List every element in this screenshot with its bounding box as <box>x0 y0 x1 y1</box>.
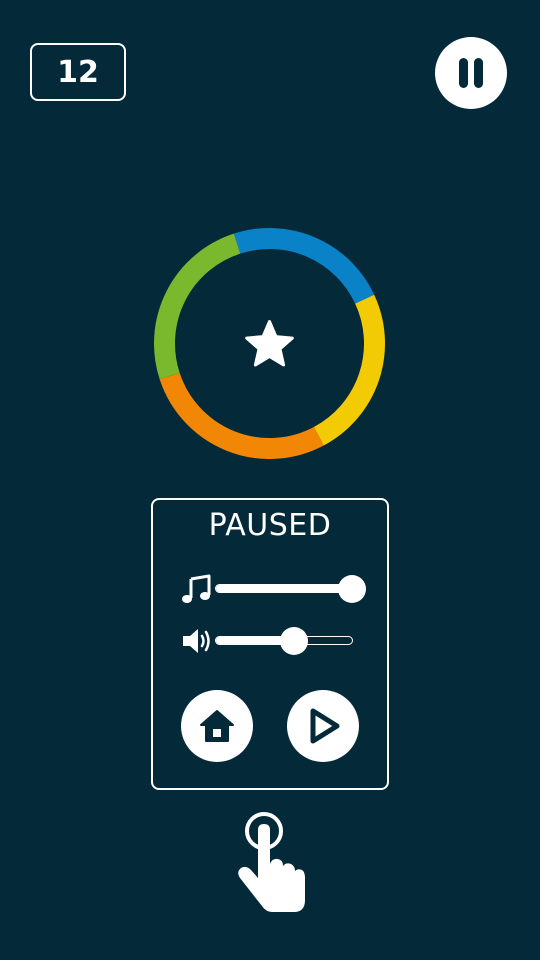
home-icon <box>200 710 234 742</box>
sound-volume-control <box>181 626 361 656</box>
music-note-icon <box>182 574 211 603</box>
sound-slider-knob[interactable] <box>279 627 308 655</box>
music-volume-control <box>181 574 366 604</box>
pause-icon <box>459 58 483 88</box>
pause-panel: PAUSED <box>151 498 389 790</box>
music-slider-knob[interactable] <box>338 575 366 603</box>
play-button[interactable] <box>287 690 359 762</box>
score-value: 12 <box>57 54 99 90</box>
ring-segment-orange <box>159 372 324 459</box>
panel-title: PAUSED <box>208 508 332 543</box>
pause-button[interactable] <box>435 37 507 109</box>
tap-hand-icon <box>238 812 305 912</box>
sound-slider-track[interactable] <box>215 627 353 655</box>
ring-segment-green <box>154 233 241 380</box>
star-icon <box>245 320 294 367</box>
music-slider-fill <box>216 585 352 592</box>
ring-segment-yellow <box>313 294 385 446</box>
play-icon <box>310 708 340 744</box>
score-display: 12 <box>30 43 126 101</box>
speaker-icon <box>183 629 210 653</box>
music-slider-track[interactable] <box>215 575 366 603</box>
home-button[interactable] <box>181 690 253 762</box>
color-ring <box>153 227 386 460</box>
ring-segment-blue <box>233 228 375 304</box>
